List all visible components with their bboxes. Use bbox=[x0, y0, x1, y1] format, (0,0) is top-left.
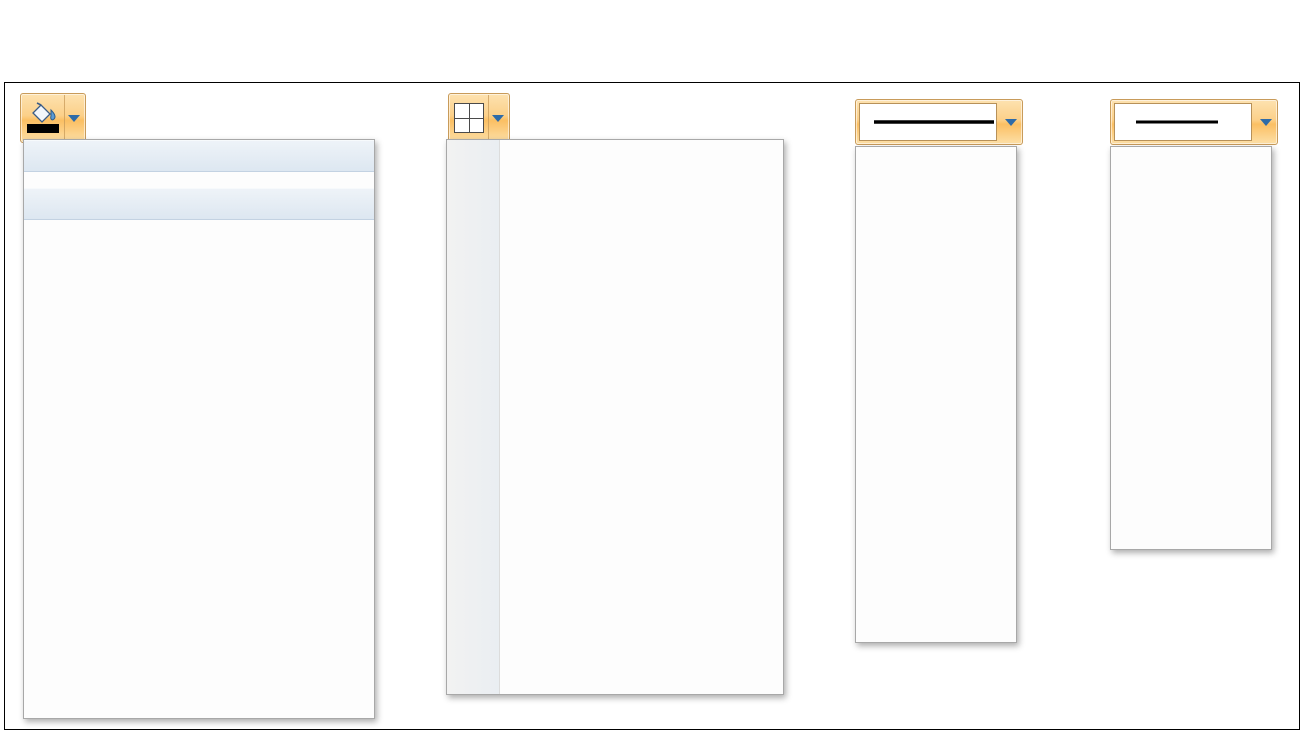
theme-colors-swatches[interactable] bbox=[24, 172, 374, 188]
theme-colors-heading bbox=[24, 140, 374, 172]
chevron-down-icon bbox=[1260, 118, 1272, 126]
paint-bucket-glyph bbox=[32, 102, 56, 123]
table-borders-glyph bbox=[454, 103, 484, 133]
pen-weight-selected-value bbox=[1114, 103, 1252, 141]
pen-weight-preview-line bbox=[1136, 120, 1218, 124]
table-borders-icon bbox=[450, 95, 489, 141]
chevron-down-icon bbox=[492, 114, 504, 122]
paint-bucket-icon bbox=[22, 95, 65, 141]
shading-button[interactable] bbox=[20, 93, 86, 143]
shading-dropdown-arrow[interactable] bbox=[63, 94, 85, 142]
shading-color-gallery[interactable] bbox=[23, 139, 375, 719]
shading-color-bar bbox=[27, 124, 59, 133]
pen-style-dropdown-arrow[interactable] bbox=[1000, 100, 1022, 144]
pen-weight-list[interactable] bbox=[1110, 146, 1272, 550]
chevron-down-icon bbox=[68, 114, 80, 122]
borders-icon-gutter bbox=[447, 140, 500, 694]
pen-style-list[interactable] bbox=[855, 146, 1017, 643]
borders-dropdown-menu[interactable] bbox=[446, 139, 784, 695]
standard-colors-heading bbox=[24, 188, 374, 220]
borders-dropdown-arrow[interactable] bbox=[487, 94, 509, 142]
pen-style-preview-solid bbox=[874, 120, 994, 124]
chevron-down-icon bbox=[1005, 118, 1017, 126]
pen-weight-dropdown-arrow[interactable] bbox=[1255, 100, 1277, 144]
standard-colors-swatches[interactable] bbox=[24, 220, 374, 230]
pen-weight-combobox[interactable] bbox=[1110, 99, 1278, 145]
borders-button[interactable] bbox=[448, 93, 510, 143]
pen-style-combobox[interactable] bbox=[855, 99, 1023, 145]
pen-style-selected-value bbox=[859, 103, 997, 141]
